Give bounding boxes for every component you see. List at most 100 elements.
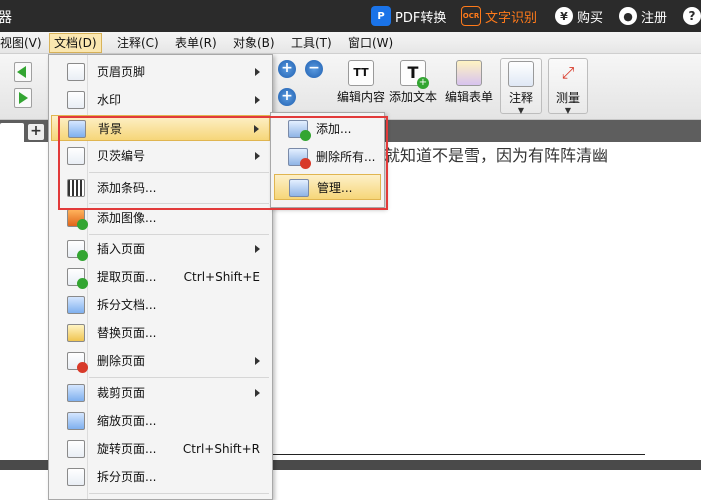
menu-item-label: 缩放页面... (97, 414, 157, 428)
menu-item-label: 添加条码... (97, 181, 157, 195)
add-text-icon: T + (400, 60, 429, 89)
scale-page-icon (67, 412, 85, 430)
menu-item-add-image[interactable]: 添加图像... (51, 205, 270, 231)
edit-form-label: 编辑表单 (444, 90, 493, 104)
menu-item-label: 水印 (97, 93, 122, 107)
menu-item-split-document[interactable]: 拆分文档... (51, 292, 270, 318)
split-page-icon (67, 468, 85, 486)
menu-item-label: 删除页面 (97, 354, 146, 368)
zoom-fit-icon[interactable]: + (278, 88, 296, 106)
document-menu-dropdown: 页眉页脚 水印 背景 贝茨编号 添加条码... 添加图像... 插入页面 提取页… (48, 54, 273, 500)
edit-form-button[interactable]: 编辑表单 (441, 58, 497, 114)
background-submenu: 添加... 删除所有... 管理... (270, 112, 385, 208)
ocr-button[interactable]: OCR 文字识别 (461, 0, 537, 32)
background-icon (68, 120, 86, 138)
menu-item-delete-page[interactable]: 删除页面 (51, 348, 270, 374)
buy-button[interactable]: ¥ 购买 (555, 0, 603, 32)
menu-item-insert-page[interactable]: 插入页面 (51, 236, 270, 262)
menu-bar: 视图(V) 文档(D) 注释(C) 表单(R) 对象(B) 工具(T) 窗口(W… (0, 32, 701, 54)
menu-comment[interactable]: 注释(C) (113, 33, 163, 53)
replace-page-icon (67, 324, 85, 342)
zoom-out-icon[interactable]: − (305, 60, 323, 78)
back-page-icon[interactable] (14, 62, 32, 82)
menu-item-header-footer[interactable]: 页眉页脚 (51, 59, 270, 85)
submenu-item-label: 删除所有... (316, 150, 376, 164)
forward-page-icon[interactable] (14, 88, 32, 108)
menu-item-add-barcode[interactable]: 添加条码... (51, 175, 270, 201)
submenu-arrow-icon (255, 68, 260, 76)
menu-item-label: 裁剪页面 (97, 386, 146, 400)
annotate-caret-icon: ▼ (517, 106, 525, 115)
annotate-icon (508, 61, 534, 87)
add-plus-icon: + (417, 77, 429, 89)
edit-content-icon: TT (348, 60, 374, 86)
menu-item-extract-page[interactable]: 提取页面... Ctrl+Shift+E (51, 264, 270, 290)
menu-item-crop-page[interactable]: 裁剪页面 (51, 380, 270, 406)
insert-page-icon (67, 240, 88, 261)
submenu-item-add[interactable]: 添加... (274, 116, 381, 142)
menu-tools[interactable]: 工具(T) (287, 33, 336, 53)
pdf-convert-button[interactable]: P PDF转换 (371, 0, 446, 32)
add-text-label: 添加文本 (388, 90, 437, 104)
menu-item-split-page[interactable]: 拆分页面... (51, 464, 270, 490)
menu-object[interactable]: 对象(B) (229, 33, 279, 53)
delete-page-icon (67, 352, 88, 373)
image-icon (67, 209, 88, 230)
ocr-icon: OCR (461, 6, 481, 26)
edit-content-label: 编辑内容 (336, 90, 385, 104)
menu-item-label: 插入页面 (97, 242, 146, 256)
buy-label: 购买 (577, 10, 604, 26)
menu-item-label: 提取页面... (97, 270, 157, 284)
submenu-item-manage[interactable]: 管理... (274, 174, 381, 200)
menu-item-label: 贝茨编号 (97, 149, 146, 163)
edit-content-glyph: TT (353, 66, 369, 79)
menu-item-rotate-page[interactable]: 旋转页面... Ctrl+Shift+R (51, 436, 270, 462)
menu-item-scale-page[interactable]: 缩放页面... (51, 408, 270, 434)
watermark-icon (67, 91, 85, 109)
add-background-icon (288, 120, 311, 141)
submenu-item-label: 管理... (317, 181, 353, 195)
menu-window[interactable]: 窗口(W) (344, 33, 397, 53)
split-document-icon (67, 296, 85, 314)
help-button[interactable]: ? (683, 0, 701, 32)
zoom-in-icon[interactable]: + (278, 60, 296, 78)
menu-item-watermark[interactable]: 水印 (51, 87, 270, 113)
bates-number-icon (67, 147, 85, 165)
menu-form[interactable]: 表单(R) (171, 33, 221, 53)
header-footer-icon (67, 63, 85, 81)
menu-item-bates-numbering[interactable]: 贝茨编号 (51, 143, 270, 169)
shortcut-label: Ctrl+Shift+E (183, 270, 260, 284)
add-text-button[interactable]: T + 添加文本 (385, 58, 441, 114)
menu-item-replace-page[interactable]: 替换页面... (51, 320, 270, 346)
app-title-fragment: 器 (0, 10, 12, 26)
menu-item-label: 拆分页面... (97, 470, 157, 484)
menu-item-background[interactable]: 背景 (51, 115, 270, 141)
measure-button[interactable]: ⤢ 测量 ▼ (548, 58, 588, 115)
submenu-item-label: 添加... (316, 122, 352, 136)
submenu-arrow-icon (255, 245, 260, 253)
measure-label: 测量 (555, 91, 580, 105)
annotate-label: 注释 (508, 91, 533, 105)
measure-caret-icon: ▼ (564, 106, 572, 115)
menu-separator (89, 203, 269, 204)
new-tab-button[interactable]: + (28, 124, 44, 140)
submenu-arrow-icon (254, 125, 259, 133)
document-tab[interactable] (0, 123, 24, 142)
menu-document[interactable]: 文档(D) (49, 33, 102, 53)
edit-content-button[interactable]: TT 编辑内容 (333, 58, 389, 114)
menu-view[interactable]: 视图(V) (0, 33, 46, 53)
menu-item-label: 页眉页脚 (97, 65, 146, 79)
rotate-page-icon (67, 440, 85, 458)
menu-item-label: 拆分文档... (97, 298, 157, 312)
menu-item-label: 背景 (98, 122, 123, 136)
menu-separator (89, 172, 269, 173)
manage-background-icon (289, 179, 309, 197)
barcode-icon (67, 179, 85, 197)
pdf-convert-label: PDF转换 (395, 10, 447, 26)
submenu-arrow-icon (255, 96, 260, 104)
register-button[interactable]: ● 注册 (619, 0, 667, 32)
submenu-item-delete-all[interactable]: 删除所有... (274, 144, 381, 170)
register-label: 注册 (641, 10, 668, 26)
annotate-button[interactable]: 注释 ▼ (500, 58, 542, 115)
delete-background-icon (288, 148, 311, 169)
